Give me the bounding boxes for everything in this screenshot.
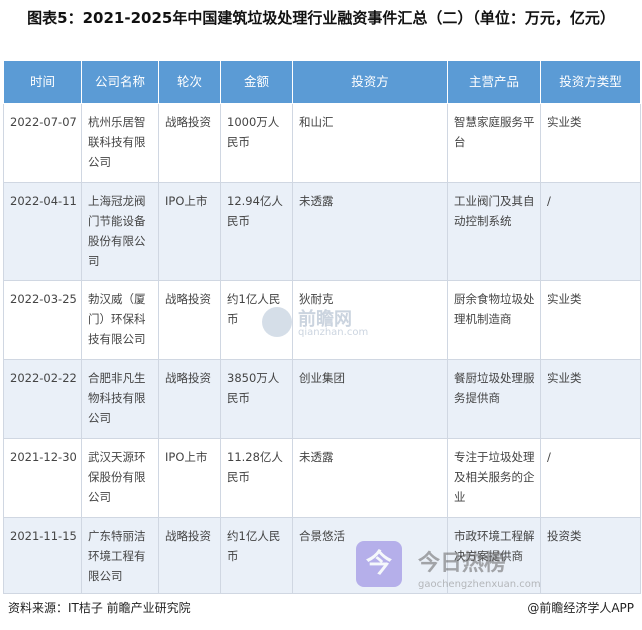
cell-product: 专注于垃圾处理及相关服务的企业: [447, 438, 541, 518]
header-date: 时间: [3, 60, 82, 104]
table-row: 2022-04-11 上海冠龙阀门节能设备股份有限公司 IPO上市 12.94亿…: [3, 182, 641, 281]
cell-investor-type: 实业类: [540, 359, 641, 439]
cell-product: 智慧家庭服务平台: [447, 103, 541, 183]
cell-company: 武汉天源环保股份有限公司: [81, 438, 159, 518]
cell-amount: 12.94亿人民币: [220, 182, 293, 281]
header-product: 主营产品: [447, 60, 541, 104]
jinri-logo-icon: 今: [356, 541, 402, 587]
header-amount: 金额: [220, 60, 293, 104]
cell-round: 战略投资: [158, 517, 221, 594]
cell-product: 厨余食物垃圾处理机制造商: [447, 280, 541, 360]
cell-date: 2022-04-11: [3, 182, 82, 281]
cell-amount: 约1亿人民币: [220, 517, 293, 594]
cell-amount: 11.28亿人民币: [220, 438, 293, 518]
table-header-row: 时间 公司名称 轮次 金额 投资方 主营产品 投资方类型: [3, 60, 641, 104]
qianzhan-logo-icon: [262, 307, 292, 337]
header-investor: 投资方: [292, 60, 448, 104]
cell-round: IPO上市: [158, 182, 221, 281]
jinri-rebang-watermark: 今 今日热榜 gaochengzhenxuan.com: [340, 535, 580, 597]
header-company: 公司名称: [81, 60, 159, 104]
cell-investor: 和山汇: [292, 103, 448, 183]
cell-investor-type: 实业类: [540, 280, 641, 360]
cell-investor: 未透露: [292, 182, 448, 281]
cell-amount: 1000万人民币: [220, 103, 293, 183]
cell-date: 2021-12-30: [3, 438, 82, 518]
cell-date: 2022-07-07: [3, 103, 82, 183]
table-row: 2021-12-30 武汉天源环保股份有限公司 IPO上市 11.28亿人民币 …: [3, 438, 641, 518]
credit-note: @前瞻经济学人APP: [527, 601, 634, 615]
header-investor-type: 投资方类型: [540, 60, 641, 104]
cell-date: 2022-03-25: [3, 280, 82, 360]
cell-product: 餐厨垃圾处理服务提供商: [447, 359, 541, 439]
qianzhan-watermark: 前瞻网 qianzhan.com: [262, 305, 382, 343]
cell-company: 勃汉威（厦门）环保科技有限公司: [81, 280, 159, 360]
watermark-brand: 今日热榜: [418, 551, 507, 576]
watermark-url: qianzhan.com: [298, 327, 369, 338]
cell-investor: 创业集团: [292, 359, 448, 439]
figure-title: 图表5：2021-2025年中国建筑垃圾处理行业融资事件汇总（二）（单位：万元，…: [27, 9, 615, 27]
cell-investor-type: /: [540, 438, 641, 518]
table-row: 2022-02-22 合肥非凡生物科技有限公司 战略投资 3850万人民币 创业…: [3, 359, 641, 439]
cell-round: 战略投资: [158, 103, 221, 183]
cell-company: 合肥非凡生物科技有限公司: [81, 359, 159, 439]
cell-investor: 未透露: [292, 438, 448, 518]
cell-company: 广东特丽洁环境工程有限公司: [81, 517, 159, 594]
cell-amount: 3850万人民币: [220, 359, 293, 439]
cell-date: 2022-02-22: [3, 359, 82, 439]
cell-investor-type: /: [540, 182, 641, 281]
cell-investor-type: 实业类: [540, 103, 641, 183]
watermark-site: gaochengzhenxuan.com: [418, 579, 541, 590]
header-round: 轮次: [158, 60, 221, 104]
cell-product: 工业阀门及其自动控制系统: [447, 182, 541, 281]
table-row: 2022-07-07 杭州乐居智联科技有限公司 战略投资 1000万人民币 和山…: [3, 103, 641, 183]
cell-company: 杭州乐居智联科技有限公司: [81, 103, 159, 183]
cell-company: 上海冠龙阀门节能设备股份有限公司: [81, 182, 159, 281]
cell-round: 战略投资: [158, 280, 221, 360]
cell-round: 战略投资: [158, 359, 221, 439]
cell-date: 2021-11-15: [3, 517, 82, 594]
cell-round: IPO上市: [158, 438, 221, 518]
source-note: 资料来源：IT桔子 前瞻产业研究院: [8, 601, 191, 615]
